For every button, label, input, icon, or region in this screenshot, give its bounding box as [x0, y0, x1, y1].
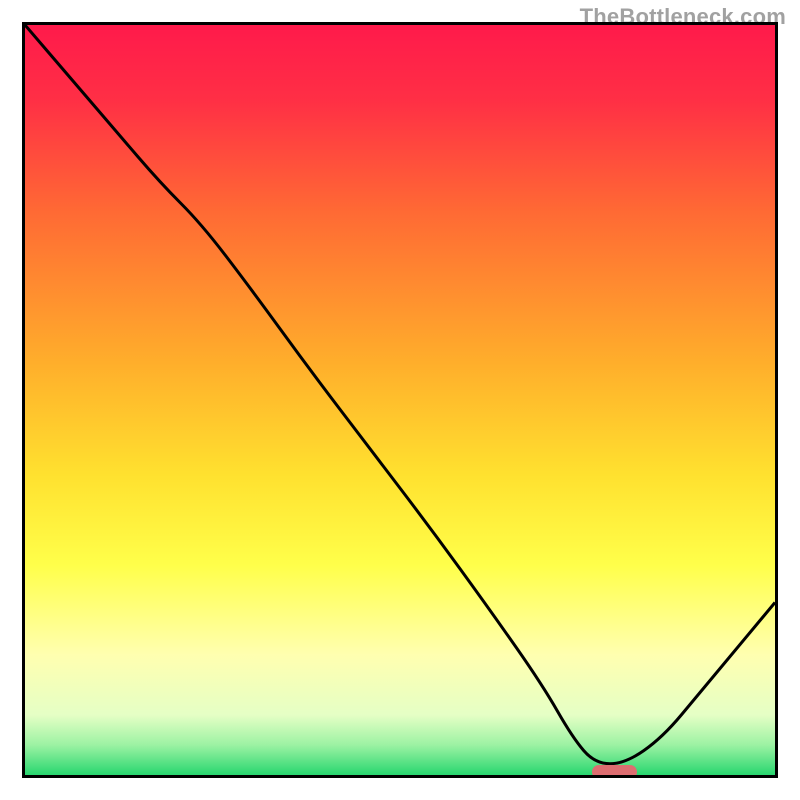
bottleneck-curve [25, 25, 775, 775]
plot-area [22, 22, 778, 778]
optimal-range-marker [592, 765, 637, 778]
chart-container: TheBottleneck.com [0, 0, 800, 800]
